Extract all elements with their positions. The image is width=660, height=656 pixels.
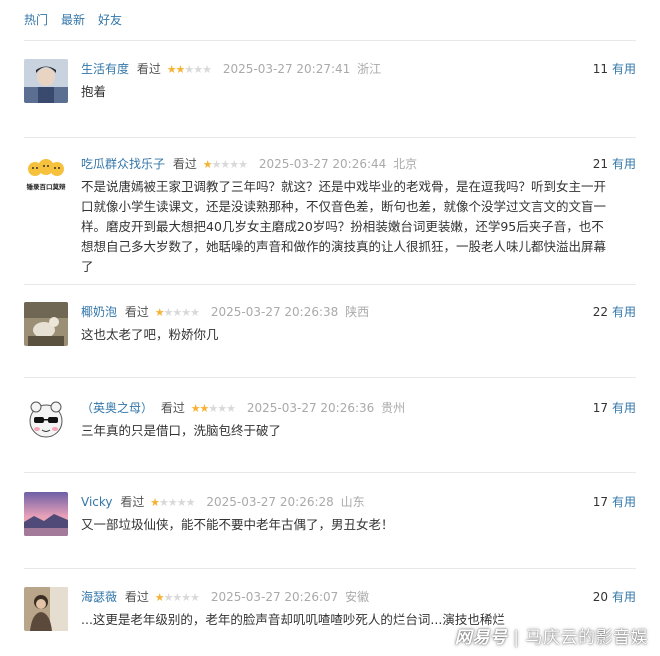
comment-location: 陕西 xyxy=(345,305,370,319)
watch-status: 看过 xyxy=(124,305,149,319)
vote-count: 20 xyxy=(592,590,608,604)
watch-status: 看过 xyxy=(120,495,145,509)
comment-text: 这也太老了吧，粉娇你几 xyxy=(81,327,219,342)
rating-stars: ★★★★★ xyxy=(154,591,200,604)
tab-friends[interactable]: 好友 xyxy=(98,11,122,28)
comment-time: 2025-03-27 20:26:28 xyxy=(206,495,334,509)
vote-area: 22 有用 xyxy=(593,304,636,320)
watermark-logo: 网易号 xyxy=(454,628,508,648)
vote-count: 21 xyxy=(592,157,608,171)
watch-status: 看过 xyxy=(136,62,161,76)
watermark: 网易号 | 马庆云的影音娱 xyxy=(455,623,648,648)
vote-count: 17 xyxy=(592,495,608,509)
comment-username[interactable]: 生活有度 xyxy=(81,62,129,76)
avatar[interactable] xyxy=(24,302,68,346)
comment-item: Vicky 看过 ★★★★★ 2025-03-27 20:26:28 山东 17… xyxy=(24,492,636,552)
comment-item: 生活有度 看过 ★★★★★ 2025-03-27 20:27:41 浙江 11 有… xyxy=(24,59,636,139)
comment-location: 安徽 xyxy=(345,590,370,604)
comment-item: （英奥之母） 看过 ★★★★★ 2025-03-27 20:26:36 贵州 1… xyxy=(24,398,636,458)
avatar[interactable]: 锤录百口莫辩 xyxy=(24,154,68,198)
vote-area: 17 有用 xyxy=(593,400,636,416)
rating-stars: ★★★★★ xyxy=(154,306,200,319)
vote-area: 17 有用 xyxy=(593,494,636,510)
divider xyxy=(24,568,636,569)
avatar-caption: 锤录百口莫辩 xyxy=(26,182,67,191)
comment-username[interactable]: 椰奶泡 xyxy=(81,305,117,319)
comment-time: 2025-03-27 20:26:38 xyxy=(210,305,339,319)
comment-username[interactable]: Vicky xyxy=(81,495,113,509)
useful-button[interactable]: 有用 xyxy=(612,157,636,171)
comment-location: 山东 xyxy=(340,495,365,509)
comment-username[interactable]: （英奥之母） xyxy=(81,401,153,415)
vote-area: 21 有用 xyxy=(593,156,636,172)
comment-filter-tabs: 热门 最新 好友 xyxy=(24,11,122,28)
comment-text: 不是说唐嫣被王家卫调教了三年吗？就这？还是中戏毕业的老戏骨，是在逗我吗？听到女主… xyxy=(81,179,607,274)
comment-text: 又一部垃圾仙侠，能不能不要中老年古偶了，男丑女老！ xyxy=(81,517,394,532)
divider xyxy=(24,40,636,41)
divider xyxy=(24,137,636,138)
watch-status: 看过 xyxy=(124,590,149,604)
watch-status: 看过 xyxy=(172,157,197,171)
useful-button[interactable]: 有用 xyxy=(612,62,636,76)
comment-location: 北京 xyxy=(393,157,418,171)
tab-latest[interactable]: 最新 xyxy=(61,11,85,28)
comment-location: 贵州 xyxy=(381,401,406,415)
divider xyxy=(24,284,636,285)
comment-item: 椰奶泡 看过 ★★★★★ 2025-03-27 20:26:38 陕西 22 有用… xyxy=(24,302,636,362)
rating-stars: ★★★★★ xyxy=(202,158,248,171)
comment-time: 2025-03-27 20:26:07 xyxy=(210,590,339,604)
watermark-separator: | xyxy=(513,628,520,648)
comment-text: 三年真的只是借口，洗脑包终于破了 xyxy=(81,423,282,438)
tab-hot[interactable]: 热门 xyxy=(24,11,48,28)
divider xyxy=(24,472,636,473)
avatar[interactable] xyxy=(24,59,68,103)
comment-username[interactable]: 海瑟薇 xyxy=(81,590,117,604)
vote-count: 22 xyxy=(592,305,608,319)
comment-location: 浙江 xyxy=(357,62,382,76)
comment-item: 锤录百口莫辩 吃瓜群众找乐子 看过 ★★★★★ 2025-03-27 20:26… xyxy=(24,154,636,279)
divider xyxy=(24,377,636,378)
avatar[interactable] xyxy=(24,398,68,442)
avatar[interactable] xyxy=(24,587,68,631)
watch-status: 看过 xyxy=(160,401,185,415)
useful-button[interactable]: 有用 xyxy=(612,305,636,319)
vote-count: 11 xyxy=(592,62,608,76)
comment-time: 2025-03-27 20:26:36 xyxy=(246,401,375,415)
vote-count: 17 xyxy=(592,401,608,415)
avatar[interactable] xyxy=(24,492,68,536)
rating-stars: ★★★★★ xyxy=(190,402,236,415)
rating-stars: ★★★★★ xyxy=(166,63,212,76)
watermark-text: 马庆云的影音娱 xyxy=(525,628,648,648)
rating-stars: ★★★★★ xyxy=(150,496,195,509)
useful-button[interactable]: 有用 xyxy=(612,590,636,604)
useful-button[interactable]: 有用 xyxy=(612,401,636,415)
comment-username[interactable]: 吃瓜群众找乐子 xyxy=(81,157,165,171)
vote-area: 20 有用 xyxy=(593,589,636,605)
comment-time: 2025-03-27 20:26:44 xyxy=(258,157,387,171)
vote-area: 11 有用 xyxy=(593,61,636,77)
comment-text: 抱着 xyxy=(81,84,107,99)
comment-time: 2025-03-27 20:27:41 xyxy=(222,62,351,76)
useful-button[interactable]: 有用 xyxy=(612,495,636,509)
